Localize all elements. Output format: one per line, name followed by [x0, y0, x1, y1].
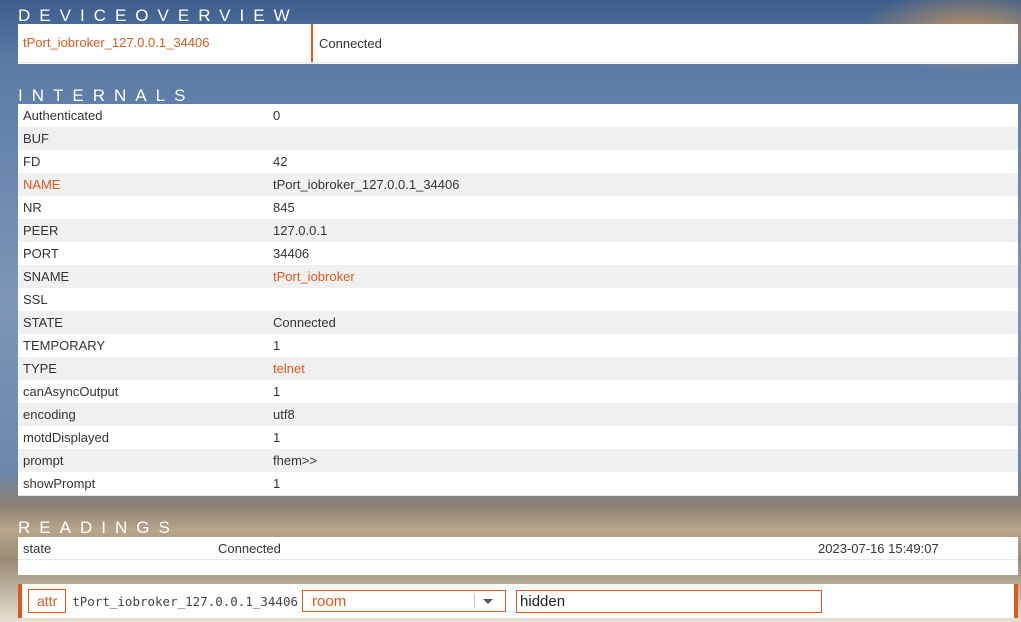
select-divider — [474, 594, 476, 608]
internal-value: utf8 — [268, 403, 1018, 426]
internal-value: 845 — [268, 196, 1018, 219]
internal-value: 1 — [268, 334, 1018, 357]
attr-name-select[interactable]: room — [302, 590, 507, 612]
overview-device-link[interactable]: tPort_iobroker_127.0.0.1_34406 — [18, 24, 313, 62]
chevron-down-icon[interactable] — [483, 599, 494, 604]
table-row: Authenticated 0 — [18, 104, 1018, 127]
internal-value: tPort_iobroker_127.0.0.1_34406 — [268, 173, 1018, 196]
table-row: SNAME tPort_iobroker — [18, 265, 1018, 288]
table-row: STATE Connected — [18, 311, 1018, 334]
section-title-deviceoverview: DEVICEOVERVIEW — [18, 6, 299, 25]
internal-value: 42 — [268, 150, 1018, 173]
internal-value: 1 — [268, 472, 1018, 496]
internal-value: fhem>> — [268, 449, 1018, 472]
table-row: PEER 127.0.0.1 — [18, 219, 1018, 242]
attr-select-value: room — [312, 592, 347, 610]
table-row: TYPE telnet — [18, 357, 1018, 380]
attr-value-input[interactable] — [516, 589, 823, 613]
internal-key: showPrompt — [18, 472, 268, 496]
internal-key: encoding — [18, 403, 268, 426]
internal-key: STATE — [18, 311, 268, 334]
internals-table: Authenticated 0 BUF FD 42 NAME tPort_iob… — [18, 104, 1018, 496]
device-overview-panel: tPort_iobroker_127.0.0.1_34406 Connected — [18, 24, 1018, 64]
table-row: prompt fhem>> — [18, 449, 1018, 472]
reading-timestamp: 2023-07-16 15:49:07 — [818, 540, 939, 556]
internal-key: BUF — [18, 127, 268, 150]
internal-value: 1 — [268, 426, 1018, 449]
attr-command-bar: attr tPort_iobroker_127.0.0.1_34406 room — [18, 584, 1018, 618]
table-row: TEMPORARY 1 — [18, 334, 1018, 357]
internal-key: PEER — [18, 219, 268, 242]
internal-value: 34406 — [268, 242, 1018, 265]
internal-key: motdDisplayed — [18, 426, 268, 449]
table-row: showPrompt 1 — [18, 472, 1018, 496]
readings-panel: state Connected 2023-07-16 15:49:07 — [18, 537, 1018, 575]
internal-value — [268, 127, 1018, 150]
internal-value: 127.0.0.1 — [268, 219, 1018, 242]
internal-key-link[interactable]: NAME — [18, 173, 268, 196]
internal-key: canAsyncOutput — [18, 380, 268, 403]
table-row: motdDisplayed 1 — [18, 426, 1018, 449]
internal-key: TEMPORARY — [18, 334, 268, 357]
internal-key: TYPE — [18, 357, 268, 380]
internal-value: 1 — [268, 380, 1018, 403]
table-row: encoding utf8 — [18, 403, 1018, 426]
internal-key: SNAME — [18, 265, 268, 288]
overview-state: Connected — [319, 35, 382, 51]
internal-key: NR — [18, 196, 268, 219]
internal-value — [268, 288, 1018, 311]
table-row: FD 42 — [18, 150, 1018, 173]
internal-value-link[interactable]: tPort_iobroker — [268, 265, 1018, 288]
internal-key: prompt — [18, 449, 268, 472]
section-title-internals: INTERNALS — [18, 86, 195, 105]
internal-key: SSL — [18, 288, 268, 311]
internal-value-link[interactable]: telnet — [268, 357, 1018, 380]
internal-value: Connected — [268, 311, 1018, 334]
internal-key: Authenticated — [18, 104, 268, 127]
table-row: BUF — [18, 127, 1018, 150]
table-row: NR 845 — [18, 196, 1018, 219]
reading-row: state Connected 2023-07-16 15:49:07 — [18, 537, 1018, 560]
overview-row: tPort_iobroker_127.0.0.1_34406 Connected — [18, 24, 1018, 63]
internal-key: PORT — [18, 242, 268, 265]
table-row: PORT 34406 — [18, 242, 1018, 265]
table-row: SSL — [18, 288, 1018, 311]
internal-key: FD — [18, 150, 268, 173]
table-row: canAsyncOutput 1 — [18, 380, 1018, 403]
internals-panel: Authenticated 0 BUF FD 42 NAME tPort_iob… — [18, 104, 1018, 496]
internal-value: 0 — [268, 104, 1018, 127]
table-row: NAME tPort_iobroker_127.0.0.1_34406 — [18, 173, 1018, 196]
section-title-readings: READINGS — [18, 518, 179, 537]
reading-value: Connected — [218, 540, 281, 556]
attr-device-name: tPort_iobroker_127.0.0.1_34406 — [72, 593, 299, 609]
reading-key: state — [23, 540, 52, 556]
attr-button[interactable]: attr — [28, 589, 67, 613]
